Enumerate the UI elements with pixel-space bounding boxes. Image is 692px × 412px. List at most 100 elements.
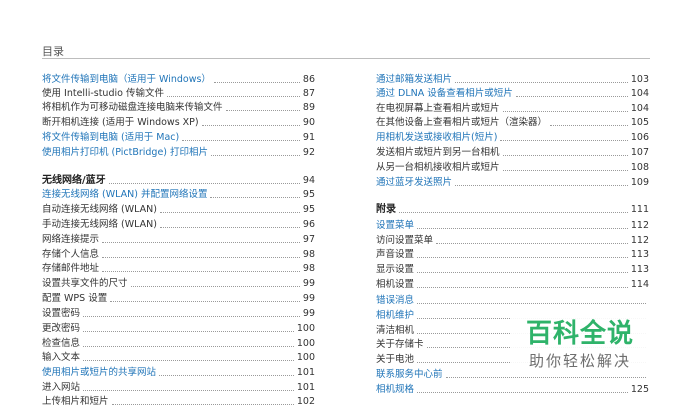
dot-leader	[210, 196, 300, 198]
toc-entry[interactable]: 进入网站 101	[42, 379, 315, 394]
toc-entry[interactable]: 通过 DLNA 设备查看相片或短片 104	[376, 85, 649, 100]
toc-entry-title: 手动连接无线网络 (WLAN)	[42, 219, 157, 230]
dot-leader	[108, 182, 300, 184]
toc-entry-page-number: 99	[302, 293, 315, 304]
dot-leader	[455, 81, 628, 83]
toc-entry-title: 连接无线网络 (WLAN) 并配置网络设置	[42, 189, 208, 200]
toc-entry-title: 将相机作为可移动磁盘连接电脑来传输文件	[42, 102, 223, 113]
toc-entry-title: 附录	[376, 204, 396, 215]
toc-entry[interactable]: 检查信息 100	[42, 335, 315, 350]
dot-leader	[436, 242, 628, 244]
header-divider	[42, 58, 650, 59]
dot-leader	[211, 154, 300, 156]
toc-entry[interactable]: 断开相机连接 (适用于 Windows XP) 90	[42, 114, 315, 129]
toc-entry-page-number: 100	[296, 323, 315, 334]
toc-entry-page-number: 99	[302, 278, 315, 289]
dot-leader	[102, 256, 300, 258]
toc-entry[interactable]: 相机设置 114	[376, 276, 649, 291]
dot-leader	[417, 286, 628, 288]
dot-leader	[502, 110, 628, 112]
toc-entry[interactable]: 更改密码 100	[42, 320, 315, 335]
toc-entry-page-number: 96	[302, 219, 315, 230]
dot-leader	[159, 211, 300, 213]
toc-entry[interactable]: 将文件传输到电脑 (适用于 Mac) 91	[42, 129, 315, 144]
dot-leader	[111, 403, 294, 405]
toc-entry-title: 联系服务中心前	[376, 369, 443, 380]
toc-entry-page-number: 90	[302, 117, 315, 128]
toc-entry-page-number: 105	[630, 117, 649, 128]
toc-entry-title: 使用相片打印机 (PictBridge) 打印相片	[42, 147, 209, 158]
dot-leader	[502, 154, 628, 156]
toc-entry-title: 输入文本	[42, 352, 81, 363]
toc-entry-title: 上传相片和短片	[42, 396, 109, 407]
toc-entry[interactable]: 设置菜单 112	[376, 217, 649, 232]
toc-entry[interactable]: 使用 Intelli-studio 传输文件 87	[42, 85, 315, 100]
toc-entry[interactable]: 手动连接无线网络 (WLAN) 96	[42, 216, 315, 231]
toc-entry-title: 设置菜单	[376, 220, 415, 231]
toc-entry-page-number: 100	[296, 352, 315, 363]
toc-entry-title: 更改密码	[42, 323, 81, 334]
toc-entry-title: 配置 WPS 设置	[42, 293, 108, 304]
toc-entry[interactable]: 声音设置 113	[376, 246, 649, 261]
watermark-main-text: 百科全说	[525, 319, 634, 349]
toc-entry[interactable]: 显示设置 113	[376, 261, 649, 276]
toc-entry-title: 声音设置	[376, 249, 415, 260]
toc-entry[interactable]: 用相机发送或接收相片(短片) 106	[376, 129, 649, 144]
toc-entry[interactable]: 发送相片或短片到另一台相机 107	[376, 144, 649, 159]
toc-entry[interactable]: 将文件传输到电脑（适用于 Windows） 86	[42, 71, 315, 86]
toc-entry[interactable]: 使用相片或短片的共享网站 101	[42, 364, 315, 379]
toc-entry-title: 相机设置	[376, 279, 415, 290]
toc-entry[interactable]: 访问设置菜单 112	[376, 232, 649, 247]
toc-entry[interactable]: 通过邮箱发送相片 103	[376, 71, 649, 86]
toc-entry[interactable]: 在电视屏幕上查看相片或短片 104	[376, 100, 649, 115]
watermark-sub-text: 助你轻松解决	[528, 352, 631, 370]
toc-entry-page-number: 109	[630, 177, 649, 188]
dot-leader	[399, 211, 628, 213]
toc-entry[interactable]: 配置 WPS 设置 99	[42, 290, 315, 305]
dot-leader	[201, 124, 300, 126]
toc-entry-page-number: 91	[302, 132, 315, 143]
toc-entry[interactable]: 设置共享文件的尺寸 99	[42, 275, 315, 290]
dot-leader	[515, 95, 628, 97]
toc-entry[interactable]: 存储个人信息 98	[42, 246, 315, 261]
toc-entry[interactable]: 网络连接提示 97	[42, 231, 315, 246]
toc-entry[interactable]: 设置密码 99	[42, 305, 315, 320]
watermark-logo: 百科全说 助你轻松解决	[510, 318, 650, 372]
toc-entry-page-number: 112	[630, 220, 649, 231]
toc-entry-title: 通过蓝牙发送照片	[376, 177, 453, 188]
toc-entry-page-number: 107	[630, 147, 649, 158]
toc-entry[interactable]: 连接无线网络 (WLAN) 并配置网络设置 95	[42, 186, 315, 201]
toc-entry-page-number: 113	[630, 264, 649, 275]
toc-entry[interactable]: 将相机作为可移动磁盘连接电脑来传输文件 89	[42, 99, 315, 114]
toc-entry-page-number: 92	[302, 147, 315, 158]
toc-entry-title: 通过 DLNA 设备查看相片或短片	[376, 88, 513, 99]
toc-entry-page-number: 104	[630, 88, 649, 99]
toc-entry[interactable]: 存储邮件地址 98	[42, 260, 315, 275]
dot-leader	[213, 81, 300, 83]
dot-leader	[417, 391, 628, 393]
toc-entry-page-number: 101	[296, 367, 315, 378]
toc-entry[interactable]: 错误消息	[376, 292, 649, 307]
toc-entry-title: 相机规格	[376, 384, 415, 395]
toc-entry[interactable]: 输入文本 100	[42, 349, 315, 364]
toc-entry-page-number: 106	[630, 132, 649, 143]
toc-entry[interactable]: 使用相片打印机 (PictBridge) 打印相片 92	[42, 144, 315, 159]
dot-leader	[83, 330, 294, 332]
dot-leader	[159, 374, 294, 376]
toc-entry-page-number: 125	[630, 384, 649, 395]
toc-entry[interactable]: 自动连接无线网络 (WLAN) 95	[42, 201, 315, 216]
toc-entry[interactable]: 在其他设备上查看相片或短片（渲染器） 105	[376, 114, 649, 129]
toc-entry[interactable]: 无线网络/蓝牙 94	[42, 172, 315, 187]
toc-entry[interactable]: 相机规格 125	[376, 381, 649, 396]
dot-leader	[166, 95, 300, 97]
toc-entry[interactable]: 通过蓝牙发送照片 109	[376, 174, 649, 189]
toc-entry[interactable]: 上传相片和短片 102	[42, 393, 315, 408]
toc-header-title: 目录	[42, 45, 64, 58]
toc-entry-page-number: 95	[302, 189, 315, 200]
dot-leader	[182, 139, 300, 141]
toc-entry-title: 网络连接提示	[42, 234, 100, 245]
dot-leader	[445, 376, 646, 378]
toc-entry[interactable]: 附录 111	[376, 201, 649, 216]
toc-entry-title: 将文件传输到电脑 (适用于 Mac)	[42, 132, 180, 143]
toc-entry[interactable]: 从另一台相机接收相片或短片 108	[376, 159, 649, 174]
